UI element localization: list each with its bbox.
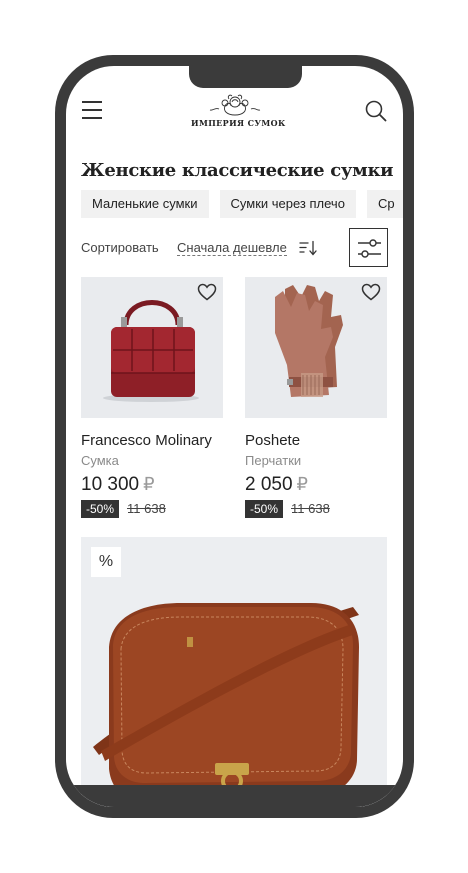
- category-chips: Маленькие сумки Сумки через плечо Ср: [81, 190, 403, 218]
- page-title: Женские классические сумки: [81, 160, 394, 181]
- currency-symbol: ₽: [296, 474, 308, 494]
- sort-row: Сортировать Сначала дешевле: [81, 228, 388, 268]
- logo-text: ИМПЕРИЯ СУМОК: [191, 118, 286, 128]
- frame-bottom-band: [66, 785, 403, 807]
- product-brand: Francesco Molinary: [81, 432, 212, 449]
- sort-label: Сортировать: [81, 240, 159, 255]
- sort-order-icon[interactable]: [299, 240, 317, 256]
- discount-row: -50% 11 638: [81, 500, 223, 518]
- filter-sliders-icon: [358, 239, 381, 258]
- brown-crossbody-bag-image: [81, 537, 387, 807]
- sort-dropdown[interactable]: Сначала дешевле: [177, 240, 287, 256]
- product-card[interactable]: Francesco Molinary Сумка 10 300 ₽ -50% 11 …: [81, 277, 223, 518]
- currency-symbol: ₽: [143, 474, 155, 494]
- phone-notch: [189, 66, 302, 88]
- logo[interactable]: ИМПЕРИЯ СУМОК: [191, 93, 286, 133]
- product-price: 10 300 ₽: [81, 474, 223, 496]
- phone-frame: ИМПЕРИЯ СУМОК Женские классические сумки…: [55, 55, 414, 818]
- discount-badge: -50%: [245, 500, 284, 518]
- promo-product-card[interactable]: %: [81, 537, 387, 807]
- sale-percent-badge: %: [91, 547, 121, 577]
- product-image[interactable]: [81, 277, 223, 418]
- product-category: Перчатки: [245, 453, 302, 468]
- product-image[interactable]: [245, 277, 387, 418]
- price-value: 2 050: [245, 474, 293, 495]
- product-brand: Poshete: [245, 432, 301, 449]
- favorite-heart-icon[interactable]: [197, 283, 217, 301]
- old-price: 11 638: [291, 501, 330, 516]
- logo-ornament-icon: [209, 94, 261, 116]
- search-icon[interactable]: [365, 100, 387, 122]
- discount-badge: -50%: [81, 500, 120, 518]
- product-category: Сумка: [81, 453, 119, 468]
- filter-button[interactable]: [349, 228, 388, 267]
- price-value: 10 300: [81, 474, 140, 495]
- product-card[interactable]: Poshete Перчатки 2 050 ₽ -50% 11 638: [245, 277, 387, 518]
- phone-screen: ИМПЕРИЯ СУМОК Женские классические сумки…: [66, 66, 403, 807]
- chip-small-bags[interactable]: Маленькие сумки: [81, 190, 209, 218]
- product-price: 2 050 ₽: [245, 474, 387, 496]
- menu-icon[interactable]: [82, 100, 102, 120]
- discount-row: -50% 11 638: [245, 500, 387, 518]
- chip-medium-bags[interactable]: Ср: [366, 190, 403, 218]
- favorite-heart-icon[interactable]: [361, 283, 381, 301]
- chip-shoulder-bags[interactable]: Сумки через плечо: [219, 190, 356, 218]
- old-price: 11 638: [127, 501, 166, 516]
